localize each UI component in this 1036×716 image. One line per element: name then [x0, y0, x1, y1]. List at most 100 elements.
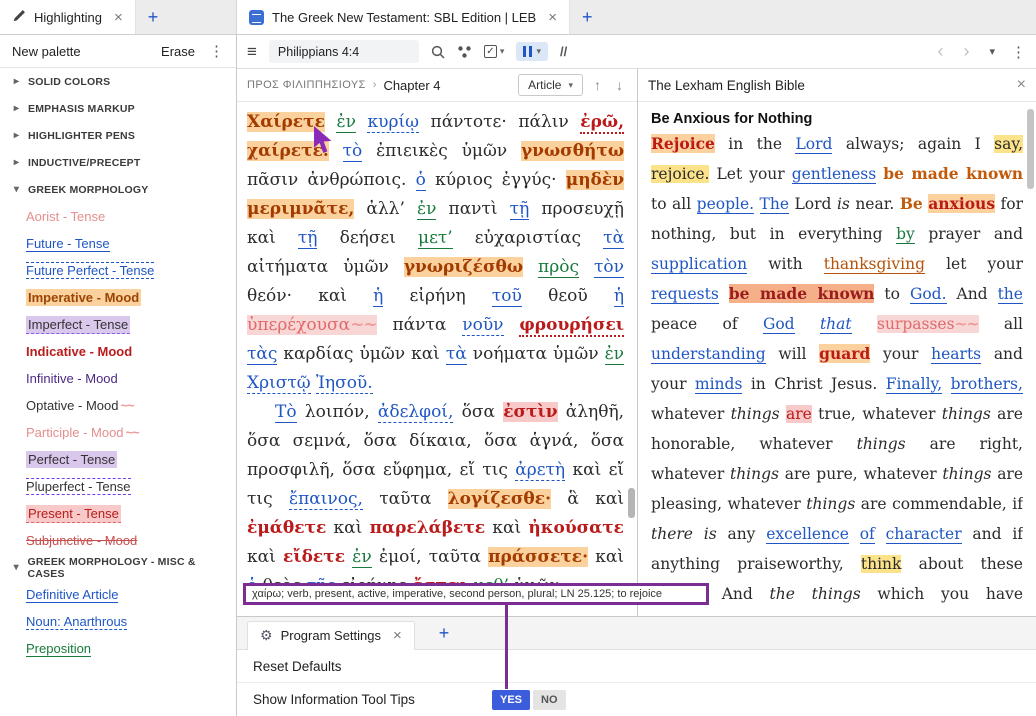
word[interactable]: ἔπαινος,	[288, 489, 363, 510]
word[interactable]: παντὶ	[449, 199, 498, 219]
word[interactable]: ἐρῶ,	[580, 112, 624, 134]
word[interactable]: be made known	[883, 164, 1023, 183]
word[interactable]: καὶ	[595, 489, 624, 509]
parallel-resources-icon[interactable]: //	[560, 44, 567, 59]
word[interactable]: Lord	[795, 195, 832, 213]
word[interactable]: whatever	[759, 435, 832, 453]
word[interactable]: the things	[770, 585, 861, 603]
close-icon[interactable]: ×	[1017, 76, 1026, 94]
word[interactable]: in	[751, 375, 766, 393]
word[interactable]: And	[722, 585, 753, 603]
panel-menu-icon[interactable]: ⋮	[1011, 43, 1026, 61]
word[interactable]: ἀληθῆ,	[566, 402, 624, 422]
word[interactable]: character	[885, 525, 962, 544]
palette-section-header[interactable]: ▾ GREEK MORPHOLOGY	[0, 176, 236, 203]
word[interactable]: ταῦτα	[429, 547, 481, 567]
kebab-menu-icon[interactable]: ⋮	[209, 42, 224, 60]
word[interactable]: ὑμῶν	[359, 344, 405, 364]
word[interactable]: be made known	[728, 284, 875, 303]
word[interactable]: πρὸς	[538, 257, 579, 278]
word[interactable]: ἐμάθετε	[247, 518, 326, 538]
word[interactable]: things	[731, 405, 780, 423]
word[interactable]: people.	[696, 195, 755, 214]
word[interactable]: the	[757, 135, 782, 153]
word[interactable]: καὶ	[247, 228, 276, 248]
word[interactable]: if	[1012, 525, 1023, 543]
word[interactable]: prayer	[928, 225, 980, 243]
palette-item-future-perfect[interactable]: Future Perfect - Tense	[0, 257, 236, 284]
word[interactable]: requests	[651, 285, 719, 304]
word[interactable]: ἐπιεικὲς	[376, 141, 448, 161]
word[interactable]: εὐχαριστίας	[475, 228, 581, 248]
word[interactable]: are	[930, 435, 956, 453]
word[interactable]: your	[988, 255, 1023, 273]
word[interactable]: are	[785, 465, 811, 483]
word[interactable]: your	[651, 375, 686, 393]
breadcrumb-book[interactable]: ΠΡΟΣ ΦΙΛΙΠΠΗΣΙΟΥΣ	[247, 79, 366, 91]
word[interactable]: and	[994, 345, 1023, 363]
word[interactable]: μηδὲν	[565, 170, 624, 190]
word[interactable]: And	[957, 285, 988, 303]
word[interactable]: about	[919, 555, 964, 573]
reference-input[interactable]: Philippians 4:4	[268, 40, 419, 63]
word[interactable]: παρελάβετε	[370, 518, 486, 538]
word[interactable]: μεριμνᾶτε,	[247, 199, 355, 219]
palette-item-optative[interactable]: Optative - Mood	[0, 392, 236, 419]
new-palette-button[interactable]: New palette	[12, 44, 147, 59]
word[interactable]: Τὸ	[275, 402, 297, 423]
word[interactable]: gentleness	[791, 165, 877, 184]
word[interactable]: minds	[694, 375, 743, 394]
word[interactable]: γνωσθήτω	[520, 141, 624, 161]
visual-filters-button[interactable]: ✓ ▾	[483, 45, 504, 58]
word[interactable]: ὁ	[415, 170, 426, 191]
palette-item-article[interactable]: Definitive Article	[0, 581, 236, 608]
word[interactable]: of	[859, 525, 875, 544]
pause-updates-button[interactable]: ▾	[516, 42, 548, 61]
word[interactable]: things	[730, 465, 779, 483]
word[interactable]: θεόν·	[247, 286, 292, 306]
word[interactable]: all	[1004, 315, 1023, 333]
word[interactable]: thanksgiving	[823, 255, 925, 274]
word[interactable]: τὸ	[342, 141, 363, 162]
word[interactable]: God.	[909, 285, 947, 304]
word[interactable]: τὸν	[594, 257, 624, 278]
word[interactable]: ἡ	[613, 286, 624, 307]
palette-item-perfect[interactable]: Perfect - Tense	[0, 446, 236, 473]
word[interactable]: Rejoice	[651, 134, 715, 153]
palette-section-header[interactable]: ▸ INDUCTIVE/PRECEPT	[0, 149, 236, 176]
word[interactable]: think	[860, 555, 902, 573]
search-icon[interactable]	[431, 45, 445, 59]
word[interactable]: γνωριζέσθω	[403, 257, 524, 277]
word[interactable]: πάντα	[392, 315, 446, 335]
word[interactable]: ὅσα	[364, 431, 397, 451]
word[interactable]: ταῦτα	[379, 489, 431, 509]
word[interactable]: Χριστῷ	[247, 373, 311, 394]
add-tab-button[interactable]: +	[570, 0, 605, 34]
word[interactable]: πάλιν	[518, 112, 568, 132]
word[interactable]: there	[651, 525, 693, 543]
word[interactable]: κύριος	[435, 170, 492, 190]
word[interactable]: ἐμοί,	[379, 547, 421, 567]
word[interactable]: ὅσα	[247, 431, 280, 451]
word[interactable]: rejoice.	[651, 165, 710, 183]
word[interactable]: any	[727, 525, 755, 543]
word[interactable]: δίκαια,	[409, 431, 472, 451]
next-article-icon[interactable]: ↓	[612, 77, 627, 93]
word[interactable]: ὅσα	[484, 431, 517, 451]
word[interactable]: νοήματα	[473, 344, 547, 364]
hamburger-menu-icon[interactable]: ≡	[247, 42, 257, 62]
word[interactable]: guard	[819, 344, 871, 363]
word[interactable]: καὶ	[318, 286, 347, 306]
word[interactable]: these	[980, 555, 1023, 573]
word[interactable]: ἀδελφοί,	[377, 402, 454, 423]
palette-item-infinitive[interactable]: Infinitive - Mood	[0, 365, 236, 392]
word[interactable]: τὰς	[247, 344, 278, 365]
close-icon[interactable]: ×	[393, 627, 402, 644]
tab-highlighting[interactable]: Highlighting ×	[0, 0, 136, 34]
word[interactable]: εὔφημα,	[383, 460, 452, 480]
word[interactable]: ὅσα	[462, 402, 495, 422]
word[interactable]: praiseworthy,	[737, 555, 844, 573]
word[interactable]: and	[972, 525, 1001, 543]
word[interactable]: ἡ	[373, 286, 384, 307]
word[interactable]: is	[704, 525, 717, 543]
